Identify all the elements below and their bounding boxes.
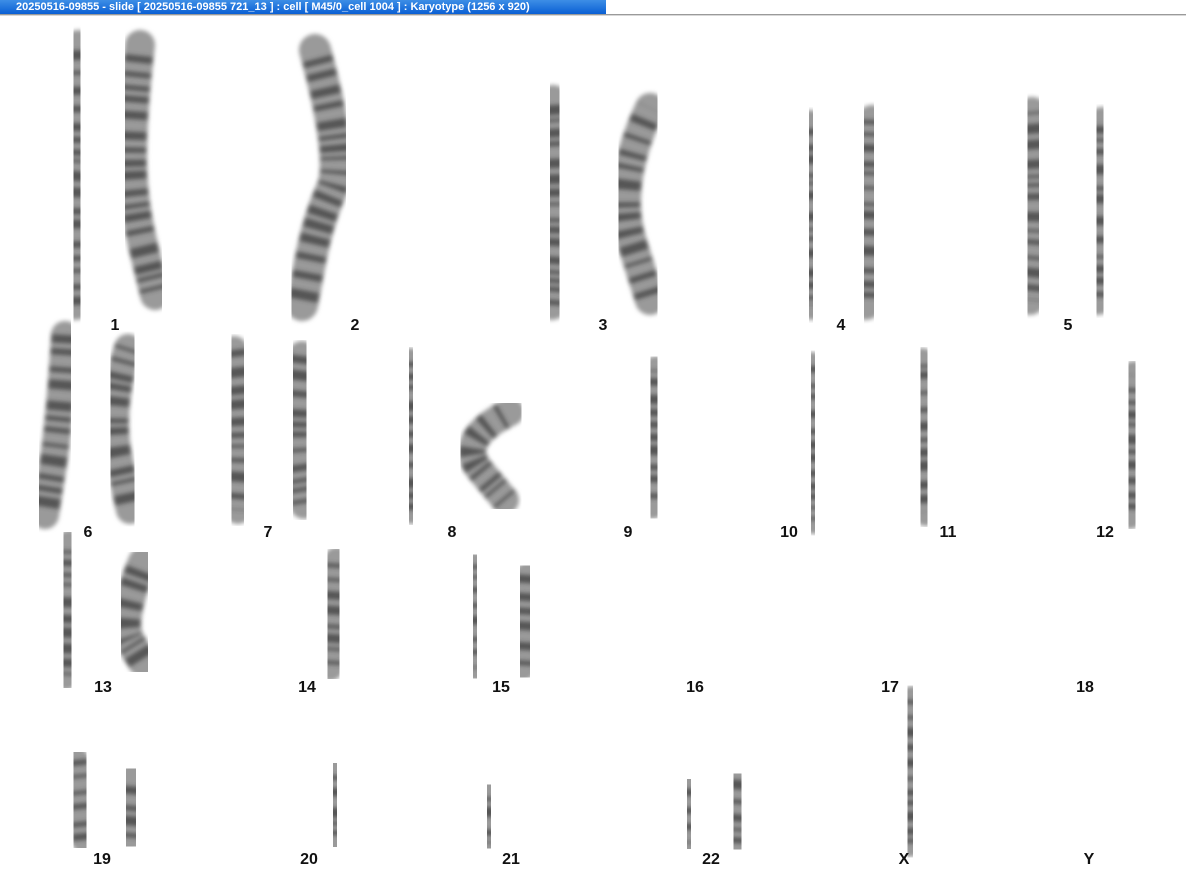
chromosome-pair-7 — [220, 336, 318, 524]
chromosome-label-5: 5 — [1063, 317, 1073, 334]
chromosome-pair-x — [894, 686, 926, 857]
chromosome-label-21: 21 — [502, 851, 520, 868]
chromosome-label-8: 8 — [447, 524, 457, 541]
chromosome-label-x: X — [898, 851, 910, 868]
chromosome-label-16: 16 — [686, 679, 704, 696]
chromosome-pair-11 — [908, 348, 988, 526]
chromosome-label-18: 18 — [1076, 679, 1094, 696]
chromosome-pair-3 — [537, 85, 665, 320]
chromosome-pair-10 — [748, 352, 828, 534]
chromosome-label-12: 12 — [1096, 524, 1114, 541]
chromosome-label-19: 19 — [93, 851, 111, 868]
chromosome-label-14: 14 — [298, 679, 316, 696]
chromosome-pair-8 — [396, 348, 524, 524]
chromosome-20-2 — [321, 757, 349, 853]
chromosome-label-10: 10 — [780, 524, 798, 541]
chromosome-label-17: 17 — [881, 679, 899, 696]
chromosome-label-20: 20 — [300, 851, 318, 868]
chromosome-label-15: 15 — [492, 679, 510, 696]
chromosome-pair-4 — [795, 105, 887, 320]
chromosome-label-6: 6 — [83, 524, 93, 541]
chromosome-label-2: 2 — [350, 317, 360, 334]
chromosome-pair-2 — [286, 34, 409, 321]
chromosome-label-4: 4 — [836, 317, 846, 334]
chromosome-pair-22 — [675, 767, 753, 856]
chromosome-pair-6 — [31, 321, 144, 529]
chromosome-pair-9 — [588, 356, 670, 524]
chromosome-pair-15 — [461, 552, 541, 681]
chromosome-pair-18 — [1042, 556, 1124, 679]
chromosome-pair-17 — [852, 564, 932, 679]
chromosome-pair-12 — [1063, 361, 1148, 529]
chromosome-label-22: 22 — [702, 851, 720, 868]
chromosome-pair-20 — [272, 757, 349, 853]
chromosome-label-13: 13 — [94, 679, 112, 696]
chromosome-pair-14 — [265, 547, 350, 681]
chromosome-label-7: 7 — [263, 524, 273, 541]
chromosome-x-1 — [894, 686, 926, 857]
chromosome-label-9: 9 — [623, 524, 633, 541]
chromosome-pair-13 — [50, 530, 158, 690]
chromosome-pair-21 — [475, 772, 548, 856]
karyogram-canvas — [31, 30, 1148, 857]
chromosome-label-y: Y — [1083, 851, 1095, 868]
chromosome-19-1 — [63, 747, 97, 853]
chromosome-pair-16 — [654, 558, 734, 679]
chromosome-pair-1 — [59, 30, 170, 320]
chromosome-label-11: 11 — [939, 524, 957, 541]
chromosome-pair-5 — [1015, 97, 1117, 315]
chromosome-label-3: 3 — [598, 317, 608, 334]
chromosome-bands — [476, 789, 502, 844]
chromosome-label-1: 1 — [110, 317, 120, 334]
chromosome-pair-19 — [63, 747, 147, 853]
chromosome-11-1 — [908, 348, 940, 526]
